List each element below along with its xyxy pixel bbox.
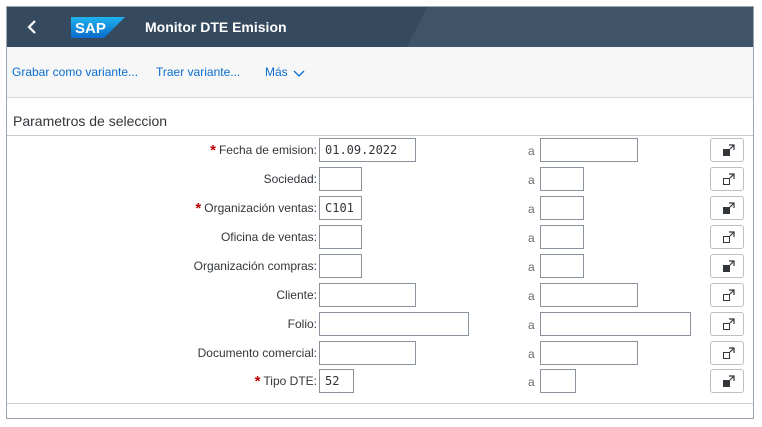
back-button[interactable]	[23, 17, 43, 37]
section-title: Parametros de seleccion	[13, 113, 168, 129]
multiple-selection-button[interactable]	[710, 283, 744, 307]
multiple-selection-filled-icon	[723, 375, 735, 387]
field-label: Oficina de ventas:	[220, 230, 317, 244]
range-separator: a	[528, 144, 535, 158]
cliente-to-input[interactable]	[540, 283, 638, 307]
folio-to-input[interactable]	[540, 312, 691, 336]
required-marker: *	[210, 142, 216, 159]
fecha-emision-from-input[interactable]: 01.09.2022	[319, 138, 416, 162]
fecha-emision-to-input[interactable]	[540, 138, 638, 162]
multiple-selection-button[interactable]	[710, 369, 744, 393]
organizacion-compras-to-input[interactable]	[540, 254, 584, 278]
get-variant-button[interactable]: Traer variante...	[156, 64, 240, 80]
multiple-selection-button[interactable]	[710, 312, 744, 336]
oficina-ventas-to-input[interactable]	[540, 225, 584, 249]
multiple-selection-button[interactable]	[710, 225, 744, 249]
multiple-selection-button[interactable]	[710, 167, 744, 191]
app-window: SAP Monitor DTE Emision Grabar como vari…	[6, 6, 754, 419]
form-row-sociedad: Sociedad: a	[7, 167, 753, 191]
multiple-selection-button[interactable]	[710, 138, 744, 162]
multiple-selection-empty-icon	[723, 173, 735, 185]
range-separator: a	[528, 202, 535, 216]
multiple-selection-empty-icon	[723, 231, 735, 243]
tipo-dte-from-input[interactable]: 52	[319, 369, 354, 393]
form-row-documento-comercial: Documento comercial: a	[7, 341, 753, 365]
multiple-selection-button[interactable]	[710, 254, 744, 278]
range-separator: a	[528, 231, 535, 245]
sap-logo: SAP	[71, 17, 125, 38]
logo-text: SAP	[75, 20, 106, 37]
field-label: Organización compras:	[193, 259, 317, 273]
range-separator: a	[528, 289, 535, 303]
sociedad-to-input[interactable]	[540, 167, 584, 191]
chevron-left-icon	[27, 20, 36, 34]
field-label: * Organización ventas:	[195, 200, 317, 217]
form-row-organizacion-compras: Organización compras: a	[7, 254, 753, 278]
multiple-selection-filled-icon	[723, 202, 735, 214]
range-separator: a	[528, 347, 535, 361]
cliente-from-input[interactable]	[319, 283, 416, 307]
field-label: * Fecha de emision:	[210, 142, 317, 159]
more-menu-label: Más	[265, 65, 288, 79]
sociedad-from-input[interactable]	[319, 167, 362, 191]
save-as-variant-button[interactable]: Grabar como variante...	[12, 64, 138, 80]
field-label: * Tipo DTE:	[254, 373, 317, 390]
form-row-cliente: Cliente: a	[7, 283, 753, 307]
organizacion-ventas-to-input[interactable]	[540, 196, 584, 220]
range-separator: a	[528, 173, 535, 187]
section-divider	[7, 135, 753, 136]
multiple-selection-empty-icon	[723, 347, 735, 359]
required-marker: *	[195, 200, 202, 217]
range-separator: a	[528, 375, 535, 389]
chevron-down-icon	[293, 70, 305, 77]
shell-bar-shade	[406, 7, 753, 47]
app-title: Monitor DTE Emision	[145, 19, 287, 35]
toolbar: Grabar como variante... Traer variante..…	[7, 47, 753, 98]
tipo-dte-to-input[interactable]	[540, 369, 576, 393]
range-separator: a	[528, 318, 535, 332]
form-row-tipo-dte: * Tipo DTE: 52 a	[7, 369, 753, 393]
field-label: Cliente:	[276, 288, 317, 302]
folio-from-input[interactable]	[319, 312, 469, 336]
multiple-selection-filled-icon	[723, 144, 735, 156]
form-row-organizacion-ventas: * Organización ventas: C101 a	[7, 196, 753, 220]
range-separator: a	[528, 260, 535, 274]
shell-bar: SAP Monitor DTE Emision	[7, 7, 753, 47]
multiple-selection-button[interactable]	[710, 196, 744, 220]
documento-comercial-to-input[interactable]	[540, 341, 638, 365]
more-menu-button[interactable]: Más	[265, 64, 305, 80]
field-label: Folio:	[287, 317, 317, 331]
documento-comercial-from-input[interactable]	[319, 341, 416, 365]
organizacion-compras-from-input[interactable]	[319, 254, 362, 278]
multiple-selection-button[interactable]	[710, 341, 744, 365]
field-label: Sociedad:	[263, 172, 317, 186]
oficina-ventas-from-input[interactable]	[319, 225, 362, 249]
organizacion-ventas-from-input[interactable]: C101	[319, 196, 362, 220]
multiple-selection-empty-icon	[723, 318, 735, 330]
required-marker: *	[254, 373, 261, 390]
form-row-fecha-emision: * Fecha de emision: 01.09.2022 a	[7, 138, 753, 162]
multiple-selection-empty-icon	[723, 289, 735, 301]
footer-divider	[7, 403, 753, 404]
form-row-oficina-ventas: Oficina de ventas: a	[7, 225, 753, 249]
form-row-folio: Folio: a	[7, 312, 753, 336]
field-label: Documento comercial:	[197, 346, 317, 360]
multiple-selection-filled-icon	[723, 260, 735, 272]
